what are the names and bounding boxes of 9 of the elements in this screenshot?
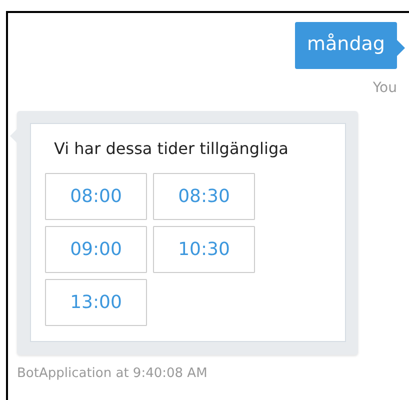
sender-label: You: [372, 78, 397, 98]
time-option-button[interactable]: 08:00: [45, 172, 147, 220]
timestamp-label: BotApplication at 9:40:08 AM: [17, 364, 208, 383]
message-text: Vi har dessa tider tillgängliga: [54, 138, 290, 160]
bubble-tail: [397, 40, 405, 56]
time-option-button[interactable]: 13:00: [45, 278, 147, 326]
time-option-button[interactable]: 08:30: [153, 172, 255, 220]
time-option-button[interactable]: 09:00: [45, 226, 147, 273]
time-option-button[interactable]: 10:30: [153, 226, 255, 273]
